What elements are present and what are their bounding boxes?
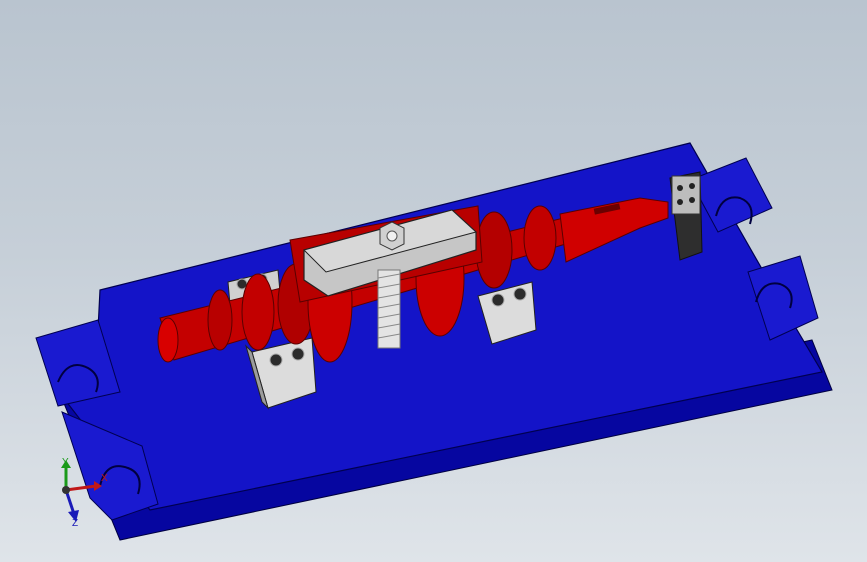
x-axis-arrow: [65, 484, 97, 492]
graphics-viewport[interactable]: Y X Z: [0, 0, 867, 562]
bolt-head: [513, 287, 527, 301]
bolt-head: [689, 197, 695, 203]
end-stop-face: [671, 175, 701, 215]
y-axis-label: Y: [62, 457, 69, 468]
bolt-head: [677, 185, 683, 191]
z-axis-label: Z: [72, 518, 79, 529]
workpiece-shaft-end: [157, 317, 179, 363]
bolt-head: [269, 353, 283, 367]
workpiece-step: [523, 205, 557, 271]
clamp-nut-bore: [386, 230, 398, 242]
triad-origin: [62, 486, 70, 494]
bolt-head: [291, 347, 305, 361]
coordinate-triad: Y X Z: [44, 452, 114, 532]
bolt-head: [689, 183, 695, 189]
workpiece-step: [241, 273, 275, 351]
workpiece-step: [207, 289, 233, 351]
triad-graphic: [61, 460, 102, 522]
x-axis-label: X: [101, 473, 108, 484]
bolt-head: [677, 199, 683, 205]
bolt-head: [491, 293, 505, 307]
cad-model-scene[interactable]: [0, 0, 867, 562]
